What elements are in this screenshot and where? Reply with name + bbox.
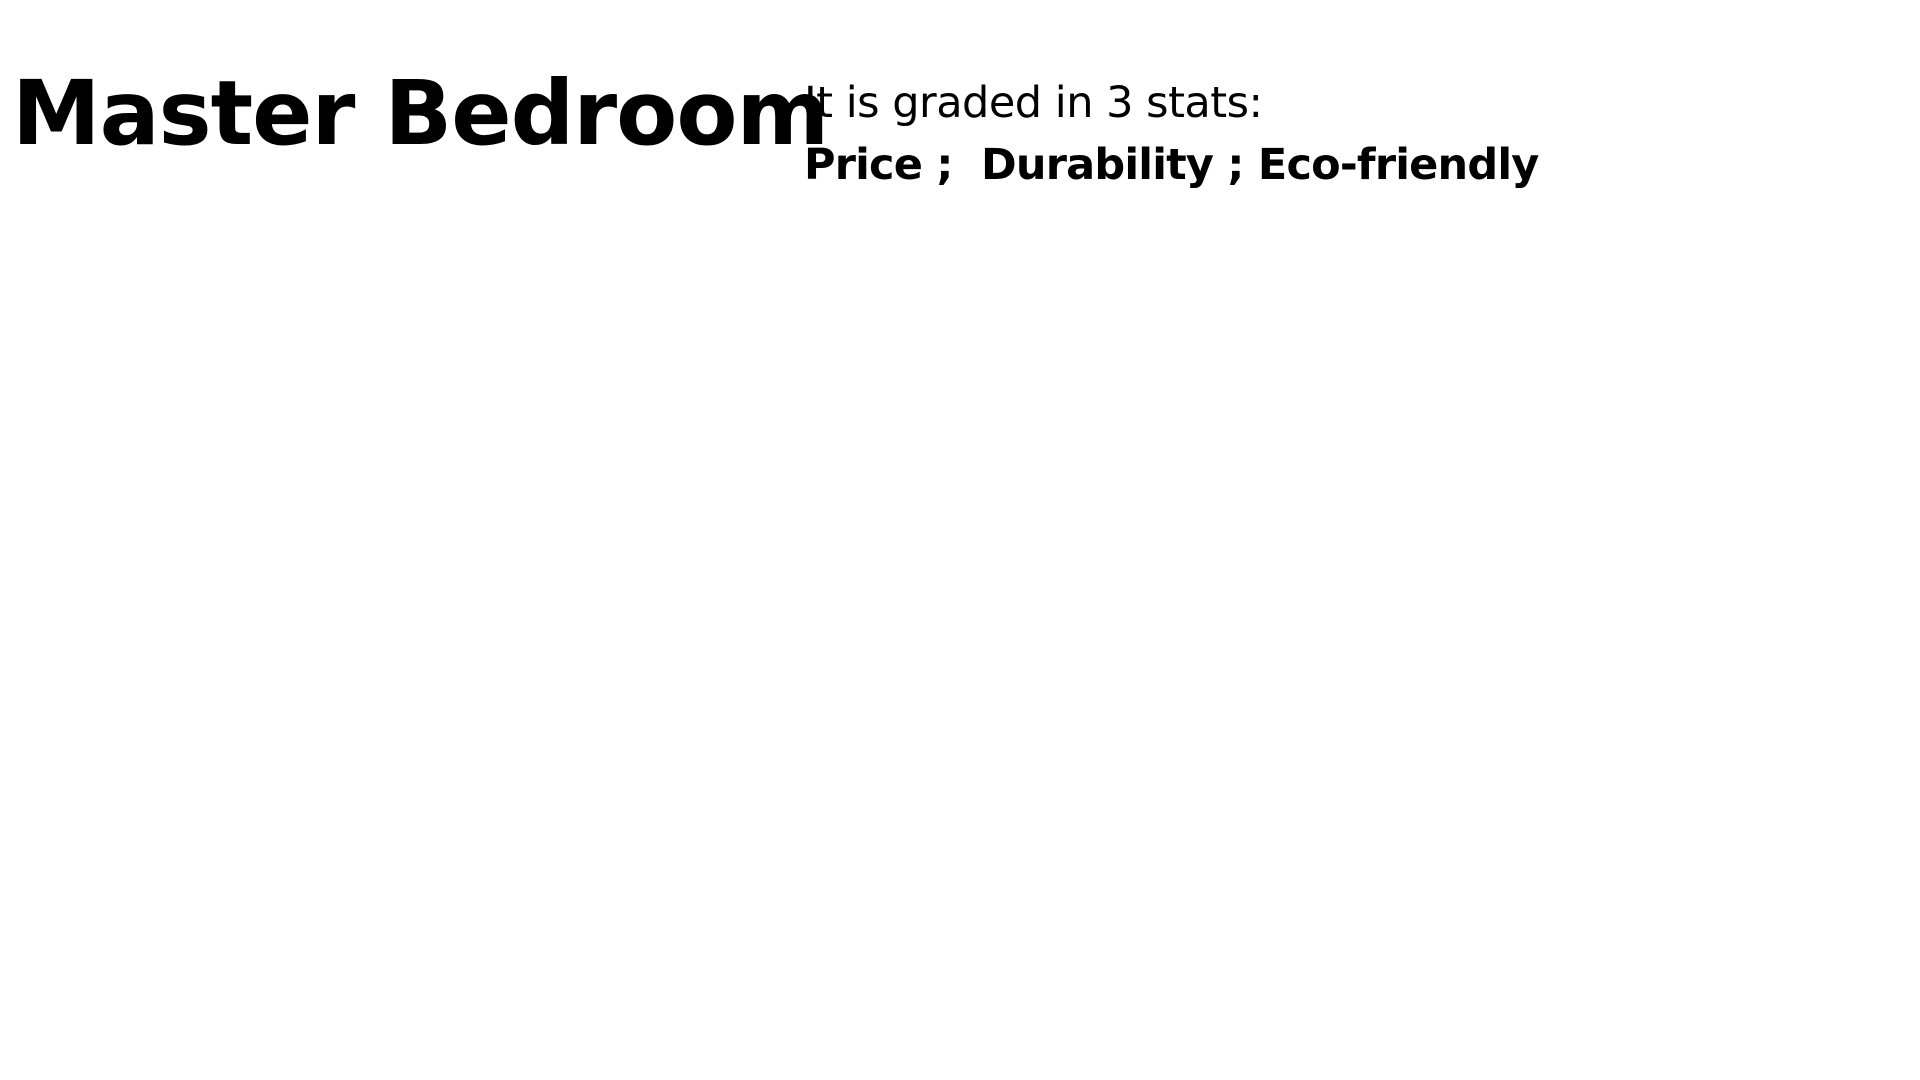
stats-description: It is graded in 3 stats: Price ; Durabil… [804,76,1539,192]
stats-intro-text: It is graded in 3 stats: [804,78,1263,128]
slide: Master Bedroom It is graded in 3 stats: … [0,0,1920,1080]
stats-list: Price ; Durability ; Eco-friendly [804,140,1539,190]
page-title: Master Bedroom [12,61,829,165]
